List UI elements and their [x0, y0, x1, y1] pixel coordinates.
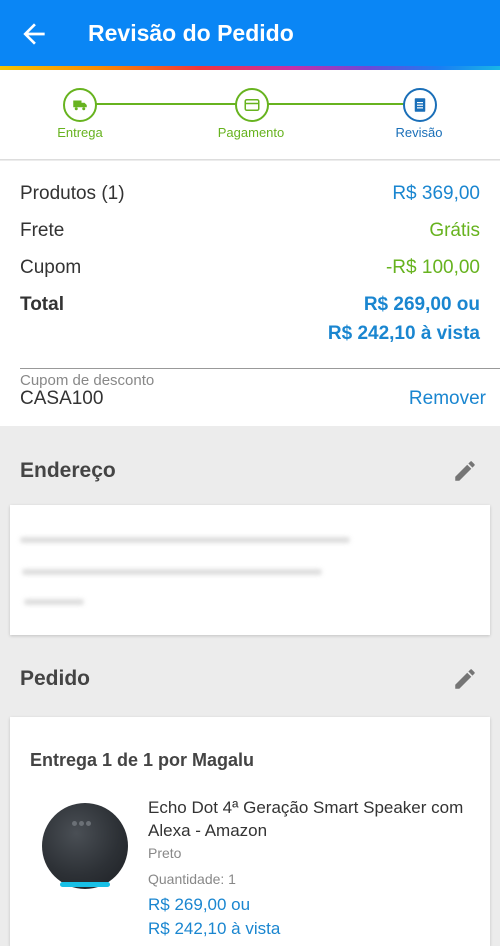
order-summary: Produtos (1) R$ 369,00 Frete Grátis Cupo…	[0, 161, 500, 368]
product-price: R$ 269,00 ou	[148, 895, 251, 914]
step-connector	[268, 103, 404, 105]
product-image	[42, 803, 128, 889]
checkout-stepper: Entrega Pagamento Revisão	[0, 70, 500, 160]
redacted-line	[22, 569, 322, 575]
divider	[20, 368, 500, 369]
page-title: Revisão do Pedido	[88, 20, 294, 46]
total-label: Total	[20, 294, 64, 315]
speaker-light-ring	[60, 882, 110, 887]
step-entrega[interactable]	[63, 88, 97, 122]
coupon-discount-label: Cupom	[20, 257, 82, 278]
products-label: Produtos (1)	[20, 183, 125, 204]
product-cash-price: R$ 242,10 à vista	[148, 919, 281, 938]
shipping-label: Frete	[20, 220, 65, 241]
app-bar: Revisão do Pedido	[0, 0, 500, 66]
order-title: Pedido	[20, 667, 91, 690]
remove-coupon-button[interactable]: Remover	[409, 388, 486, 410]
redacted-line	[24, 599, 84, 605]
product-color: Preto	[148, 845, 182, 861]
product-name: Echo Dot 4ª Geração Smart Speaker com Al…	[148, 798, 464, 840]
truck-icon	[73, 100, 87, 111]
total-value: R$ 269,00 ou	[363, 294, 480, 315]
coupon-field[interactable]: Cupom de desconto CASA100 Remover	[0, 368, 500, 426]
coupon-discount-value: -R$ 100,00	[385, 257, 480, 278]
step-revisao[interactable]	[403, 88, 437, 122]
address-card[interactable]	[10, 505, 490, 635]
shipping-value: Grátis	[429, 220, 480, 241]
back-arrow-icon[interactable]	[18, 18, 50, 50]
delivery-header: Entrega 1 de 1 por Magalu	[30, 750, 255, 770]
products-value: R$ 369,00	[392, 183, 480, 204]
receipt-icon	[414, 98, 426, 112]
step-label-revisao: Revisão	[395, 125, 443, 140]
step-pagamento[interactable]	[235, 88, 269, 122]
redacted-line	[20, 537, 350, 543]
card-icon	[244, 99, 260, 111]
step-label-pagamento: Pagamento	[217, 125, 285, 140]
edit-address-pencil-icon[interactable]	[452, 458, 478, 484]
step-connector	[96, 103, 236, 105]
edit-order-pencil-icon[interactable]	[452, 666, 478, 692]
address-title: Endereço	[20, 459, 116, 482]
total-cash-value: R$ 242,10 à vista	[327, 323, 480, 344]
coupon-code[interactable]: CASA100	[20, 388, 103, 410]
step-label-entrega: Entrega	[57, 125, 103, 140]
speaker-buttons	[72, 813, 98, 826]
product-quantity: Quantidade: 1	[148, 871, 236, 887]
order-card: Entrega 1 de 1 por Magalu Echo Dot 4ª Ge…	[10, 717, 490, 946]
coupon-field-label: Cupom de desconto	[20, 372, 155, 389]
